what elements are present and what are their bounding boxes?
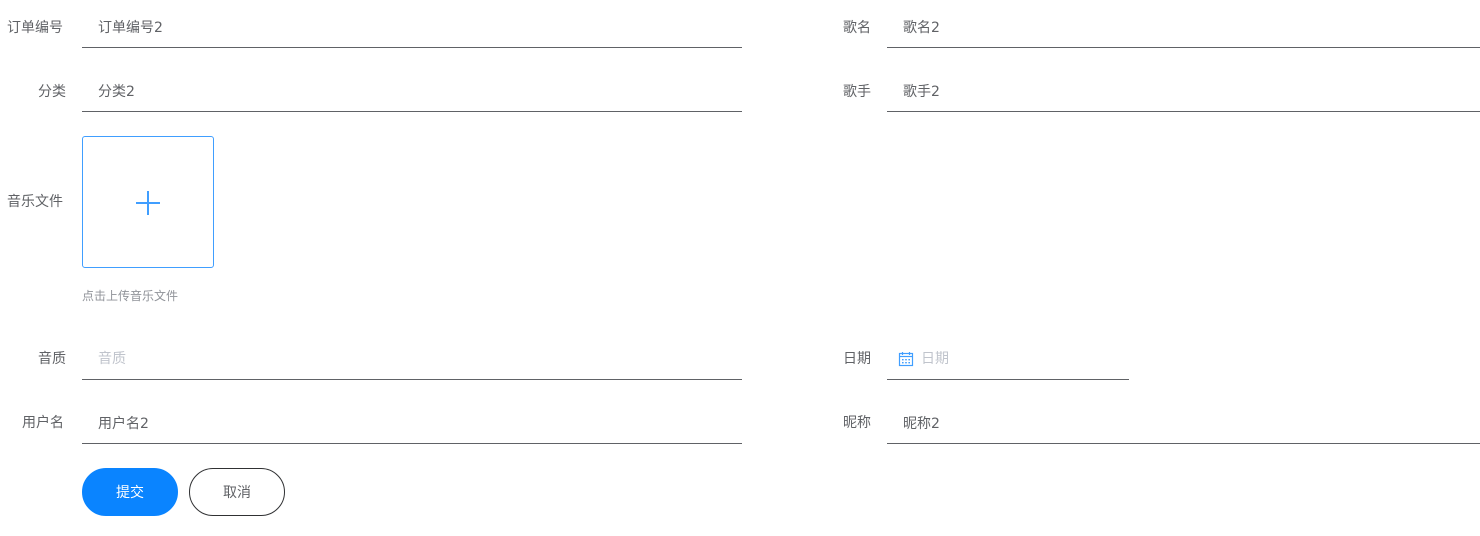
username-input[interactable] [82,404,742,442]
date-label: 日期 [843,351,871,367]
nickname-label: 昵称 [843,415,871,431]
music-file-label: 音乐文件 [7,194,63,210]
category-field [82,72,742,112]
submit-button[interactable]: 提交 [82,468,178,516]
date-field [887,340,1129,380]
plus-icon [136,191,160,215]
category-input[interactable] [82,72,742,110]
music-file-upload-button[interactable] [82,136,214,268]
username-label: 用户名 [22,415,64,431]
singer-field [887,72,1480,112]
quality-field [82,340,742,380]
singer-input[interactable] [887,72,1480,110]
song-name-input[interactable] [887,8,1480,46]
order-no-input[interactable] [82,8,742,46]
cancel-button[interactable]: 取消 [189,468,285,516]
username-field [82,404,742,444]
order-no-field [82,8,742,48]
music-order-form: 订单编号 歌名 分类 歌手 音乐文件 点击上传音乐文件 音质 日期 [0,0,1480,536]
nickname-field [887,404,1480,444]
song-name-label: 歌名 [843,20,871,36]
song-name-field [887,8,1480,48]
nickname-input[interactable] [887,404,1480,442]
upload-tip: 点击上传音乐文件 [82,289,179,303]
category-label: 分类 [38,84,66,100]
singer-label: 歌手 [843,84,871,100]
quality-input[interactable] [82,340,742,378]
order-no-label: 订单编号 [7,20,63,36]
date-input[interactable] [887,340,1129,378]
quality-label: 音质 [38,351,66,367]
